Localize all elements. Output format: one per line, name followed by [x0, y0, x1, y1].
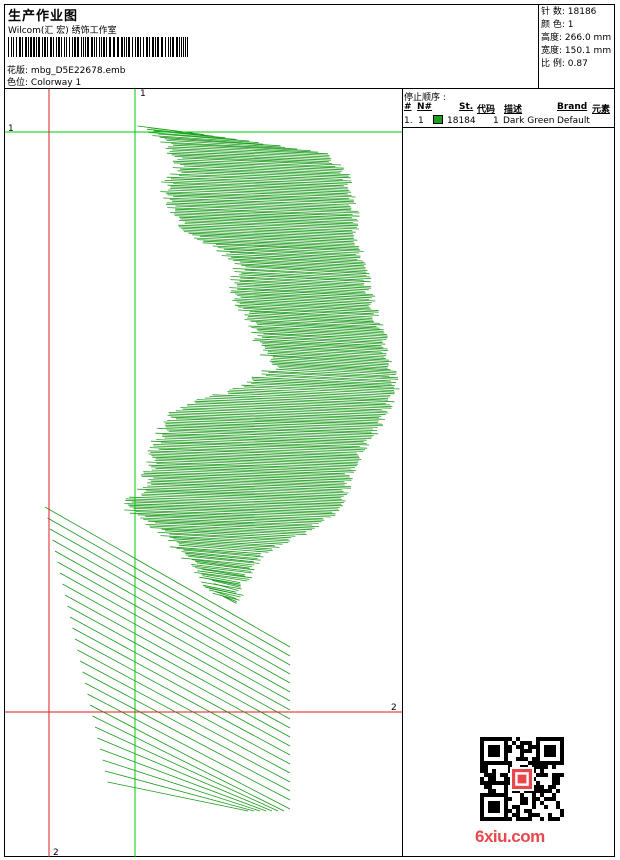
row-needle: 1: [418, 116, 424, 126]
embroidery-stitches: [44, 125, 400, 812]
embroidery-canvas: [5, 89, 402, 857]
qr-code: [480, 737, 564, 821]
guide-label-v2: 2: [53, 848, 59, 858]
row-code: 1: [493, 116, 499, 126]
col-index: #: [404, 102, 412, 112]
row-brand: Default: [557, 116, 590, 126]
stats-panel: 针 数: 18186 颜 色: 1 高度: 266.0 mm 宽度: 150.1…: [541, 6, 611, 71]
stop-sequence-divider: [402, 88, 403, 857]
site-logo: 6xiu.com: [475, 827, 545, 846]
row-stitches: 18184: [447, 116, 476, 126]
page-title: 生产作业图: [8, 9, 79, 24]
company-name: Wilcom(汇 宏) 绣饰工作室: [8, 26, 117, 36]
row-separator: [402, 127, 615, 128]
guide-label-h1: 1: [8, 124, 14, 134]
col-brand: Brand: [557, 102, 588, 112]
stats-divider: [538, 4, 539, 89]
col-stitches: St.: [459, 102, 474, 112]
colorway: 色位: Colorway 1: [7, 75, 81, 88]
colorway-label: 色位:: [7, 78, 29, 88]
barcode: [8, 37, 188, 57]
col-code: 代码: [477, 105, 496, 115]
stat-stitches: 针 数: 18186: [541, 7, 597, 17]
row-index: 1.: [404, 116, 413, 126]
stat-colors: 颜 色: 1: [541, 20, 574, 30]
col-description: 描述: [504, 105, 523, 115]
col-needle: N#: [417, 102, 433, 112]
colorway-value: Colorway 1: [30, 78, 82, 88]
stat-height: 高度: 266.0 mm: [541, 33, 612, 43]
row-description: Dark Green: [503, 116, 555, 126]
stat-width: 宽度: 150.1 mm: [541, 46, 612, 56]
color-swatch: [433, 115, 443, 124]
guide-label-v1: 1: [140, 89, 146, 99]
col-element: 元素: [592, 105, 611, 115]
stat-scale: 比 例: 0.87: [541, 59, 588, 69]
guide-label-h2: 2: [391, 703, 397, 713]
